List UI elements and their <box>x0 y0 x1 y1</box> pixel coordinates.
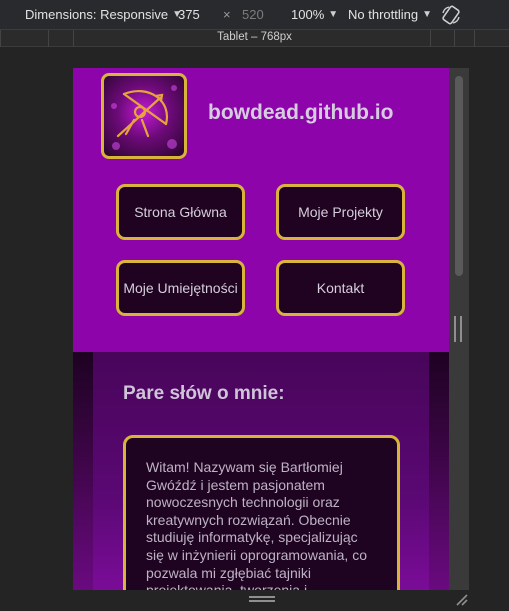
logo[interactable] <box>101 73 187 159</box>
site-header: bowdead.github.io Strona Główna Moje Pro… <box>73 68 449 352</box>
resize-handle-right[interactable] <box>454 316 462 342</box>
width-input[interactable]: 375 <box>178 6 200 24</box>
times-sign: × <box>223 7 231 22</box>
rotate-icon[interactable] <box>440 4 462 26</box>
about-section: Pare słów o mnie: Witam! Nazywam się Bar… <box>73 352 449 590</box>
about-title: Pare słów o mnie: <box>123 383 285 404</box>
about-panel: Pare słów o mnie: Witam! Nazywam się Bar… <box>93 352 429 590</box>
throttling-dropdown[interactable]: No throttling ▼ <box>348 7 432 22</box>
nav-skills-button[interactable]: Moje Umiejętności <box>116 260 245 316</box>
nav-projects-button[interactable]: Moje Projekty <box>276 184 405 240</box>
nav-home-button[interactable]: Strona Główna <box>116 184 245 240</box>
media-query-label[interactable]: Tablet – 768px <box>0 31 509 43</box>
resize-corner-icon[interactable] <box>454 592 468 606</box>
zoom-dropdown[interactable]: 100% ▼ <box>291 7 338 22</box>
about-card: Witam! Nazywam się Bartłomiej Gwóźdź i j… <box>123 435 400 590</box>
chevron-down-icon: ▼ <box>422 9 432 20</box>
dimensions-label: Dimensions: Responsive <box>25 7 169 22</box>
height-input[interactable]: 520 <box>242 6 264 24</box>
throttling-label: No throttling <box>348 7 419 22</box>
dimensions-dropdown[interactable]: Dimensions: Responsive ▼ <box>25 7 182 22</box>
scrollbar-thumb[interactable] <box>455 76 463 276</box>
resize-handle-bottom[interactable] <box>249 596 275 602</box>
nav-contact-button[interactable]: Kontakt <box>276 260 405 316</box>
device-toolbar: Dimensions: Responsive ▼ 375 × 520 100% … <box>0 0 509 30</box>
zoom-label: 100% <box>291 7 325 22</box>
site-title: bowdead.github.io <box>208 101 394 124</box>
chevron-down-icon: ▼ <box>328 9 339 20</box>
archer-logo-icon <box>111 85 177 150</box>
about-text: Witam! Nazywam się Bartłomiej Gwóźdź i j… <box>146 459 367 590</box>
media-query-bar: Tablet – 768px <box>0 30 509 47</box>
device-viewport: bowdead.github.io Strona Główna Moje Pro… <box>73 68 449 590</box>
